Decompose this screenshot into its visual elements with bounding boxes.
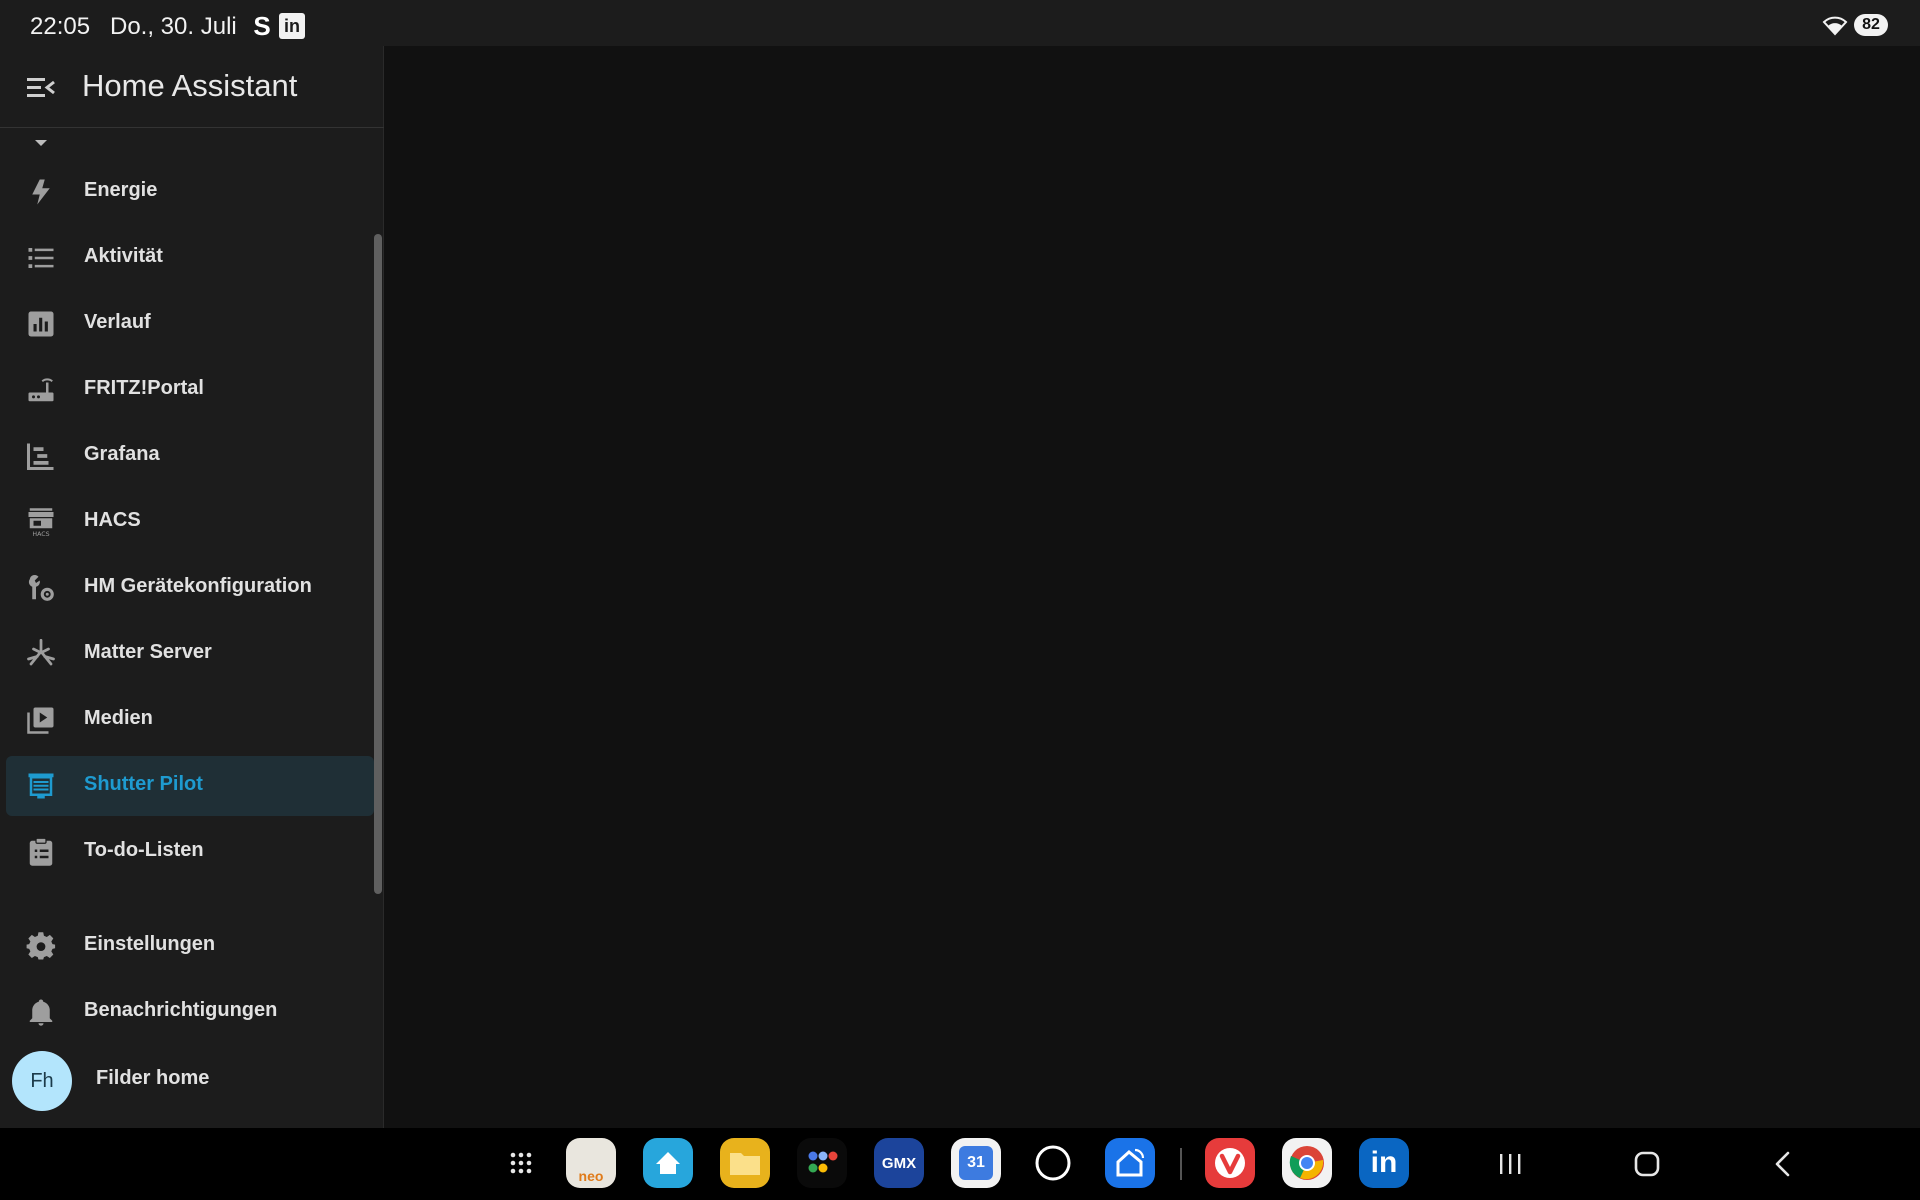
ring-icon (1035, 1145, 1071, 1181)
calendar-app-icon[interactable]: 31 (951, 1138, 1001, 1188)
sidebar-item-label: Benachrichtigungen (84, 999, 278, 1021)
hacs-icon: HACS (28, 508, 54, 537)
svg-text:HACS: HACS (32, 531, 49, 537)
sidebar-header: Home Assistant (0, 46, 384, 128)
vivaldi-app-icon[interactable] (1205, 1138, 1255, 1188)
sidebar-item-benachrichtigungen[interactable]: Benachrichtigungen (6, 982, 374, 1042)
matter-icon (27, 639, 55, 666)
bell-icon (29, 999, 53, 1026)
sidebar: Home Assistant Energie Aktivität Verlauf (0, 46, 384, 1128)
router-icon (28, 378, 54, 402)
back-button[interactable] (1766, 1146, 1802, 1182)
home-button[interactable] (1629, 1146, 1665, 1182)
user-name[interactable]: Filder home (96, 1067, 209, 1090)
lightning-icon (32, 179, 50, 205)
neo-app-icon[interactable]: neo (566, 1138, 616, 1188)
caret-down-icon[interactable] (34, 138, 48, 148)
app-folder-icon[interactable] (797, 1138, 847, 1188)
wrench-cog-icon (28, 574, 54, 601)
sidebar-item-shutter-pilot[interactable]: Shutter Pilot (6, 756, 374, 816)
circle-app-icon[interactable] (1028, 1138, 1078, 1188)
gear-icon (26, 932, 56, 960)
home-assistant-app-icon[interactable] (643, 1138, 693, 1188)
play-box-multiple-icon (27, 707, 54, 734)
sidebar-item-label: Aktivität (84, 245, 163, 267)
clipboard-list-icon (29, 837, 53, 866)
battery-indicator: 82 (1854, 14, 1888, 36)
chart-box-icon (28, 311, 54, 337)
chrome-logo-icon (1289, 1146, 1324, 1180)
date: Do., 30. Juli (110, 13, 237, 40)
sidebar-item-energie[interactable]: Energie (6, 162, 374, 222)
shutter-icon (28, 773, 54, 799)
sidebar-item-label: To-do-Listen (84, 839, 204, 861)
app-title: Home Assistant (82, 68, 298, 103)
sidebar-scrollbar[interactable] (374, 234, 382, 894)
app-drawer-icon[interactable] (496, 1138, 546, 1188)
house-icon (656, 1152, 680, 1174)
sidebar-item-fritz-portal[interactable]: FRITZ!Portal (6, 360, 374, 420)
chart-gantt-icon (27, 443, 54, 470)
sidebar-item-label: Verlauf (84, 311, 151, 333)
sidebar-item-todo-listen[interactable]: To-do-Listen (6, 822, 374, 882)
sidebar-item-matter-server[interactable]: Matter Server (6, 624, 374, 684)
linkedin-app-icon[interactable]: in (1359, 1138, 1409, 1188)
sidebar-item-label: HACS (84, 509, 141, 531)
smart-home-icon (1116, 1148, 1145, 1177)
avatar[interactable]: Fh (12, 1051, 72, 1111)
s-app-icon: S (253, 10, 271, 41)
sidebar-item-aktivitaet[interactable]: Aktivität (6, 228, 374, 288)
sidebar-item-label: Grafana (84, 443, 160, 465)
sidebar-item-verlauf[interactable]: Verlauf (6, 294, 374, 354)
menu-collapse-icon[interactable] (26, 74, 56, 102)
sidebar-item-label: Medien (84, 707, 153, 729)
sidebar-item-label: Matter Server (84, 641, 212, 663)
dock-separator (1180, 1148, 1182, 1180)
clock: 22:05 (30, 13, 91, 40)
sidebar-item-einstellungen[interactable]: Einstellungen (6, 916, 374, 976)
folder-icon (730, 1153, 760, 1175)
vivaldi-logo-icon (1215, 1148, 1245, 1178)
sidebar-item-hacs[interactable]: HACS HACS (6, 492, 374, 552)
sidebar-item-label: Shutter Pilot (84, 773, 203, 795)
status-bar: 22:05 Do., 30. Juli S in 82 (0, 0, 1920, 46)
linkedin-icon: in (279, 13, 305, 39)
sidebar-item-grafana[interactable]: Grafana (6, 426, 374, 486)
files-app-icon[interactable] (720, 1138, 770, 1188)
taskbar: neo GMX 31 in (0, 1128, 1920, 1200)
gmx-app-icon[interactable]: GMX (874, 1138, 924, 1188)
chrome-app-icon[interactable] (1282, 1138, 1332, 1188)
sidebar-item-label: Energie (84, 179, 158, 201)
main-content (385, 46, 1920, 1128)
app-grid-icon (808, 1151, 838, 1173)
sidebar-item-label: Einstellungen (84, 933, 216, 955)
wifi-icon (1822, 16, 1848, 36)
smartthings-app-icon[interactable] (1105, 1138, 1155, 1188)
calendar-day-label: 31 (959, 1146, 993, 1180)
sidebar-item-hm-geraetekonfiguration[interactable]: HM Gerätekonfiguration (6, 558, 374, 618)
recent-apps-button[interactable] (1492, 1146, 1528, 1182)
list-icon (28, 248, 54, 268)
sidebar-item-medien[interactable]: Medien (6, 690, 374, 750)
sidebar-item-label: FRITZ!Portal (84, 377, 204, 399)
sidebar-item-label: HM Gerätekonfiguration (84, 575, 312, 597)
